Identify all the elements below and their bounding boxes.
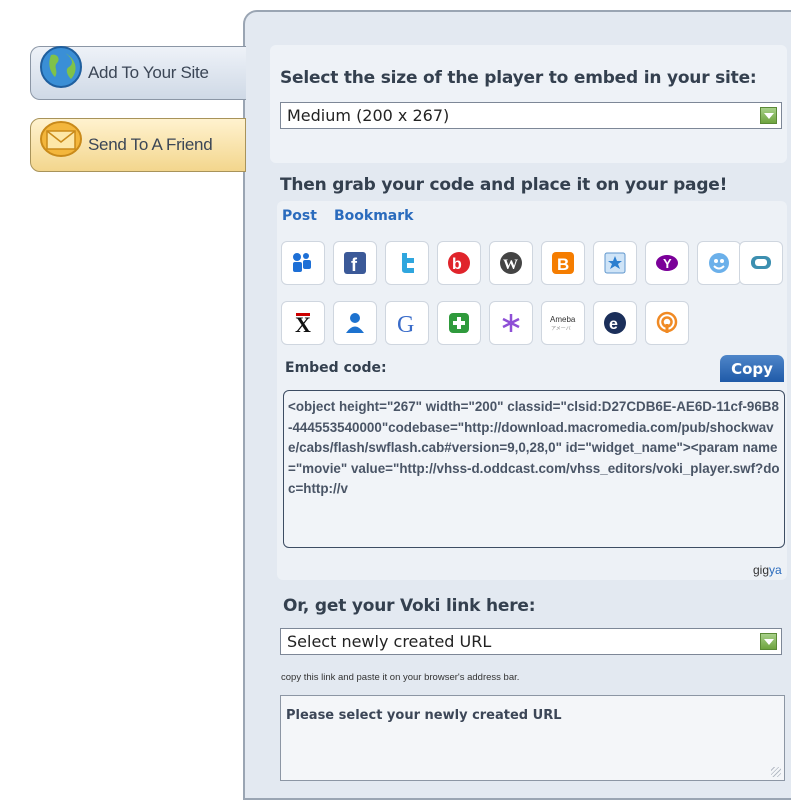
embed-code-textarea[interactable]: <object height="267" width="200" classid… (283, 390, 785, 548)
url-select-value: Select newly created URL (287, 632, 492, 651)
envelope-icon (37, 115, 85, 164)
google-icon[interactable]: G (385, 301, 429, 345)
gigya-ya: ya (769, 563, 782, 577)
gigya-logo[interactable]: gigya (753, 563, 782, 577)
svg-text:G: G (397, 312, 414, 336)
comment-icon[interactable] (739, 241, 783, 285)
facebook-icon[interactable]: f (333, 241, 377, 285)
svg-text:アメーバ: アメーバ (551, 326, 571, 332)
svg-text:B: B (557, 255, 569, 274)
tab-send-label: Send To A Friend (88, 135, 213, 154)
tab-bookmark[interactable]: Bookmark (334, 208, 413, 224)
url-select[interactable]: Select newly created URL (280, 628, 782, 655)
chevron-down-icon[interactable] (760, 633, 777, 650)
url-hint: copy this link and paste it on your brow… (281, 672, 520, 683)
twitter-icon[interactable] (385, 241, 429, 285)
size-select-value: Medium (200 x 267) (287, 106, 450, 125)
svg-text:f: f (351, 255, 358, 275)
chevron-down-icon[interactable] (760, 107, 777, 124)
asterisk-icon[interactable] (489, 301, 533, 345)
plus-icon[interactable] (437, 301, 481, 345)
wordpress-icon[interactable]: W (489, 241, 533, 285)
code-heading: Then grab your code and place it on your… (280, 175, 728, 195)
svg-text:e: e (609, 316, 618, 333)
myspace-icon[interactable] (281, 241, 325, 285)
gigya-gig: gig (753, 563, 770, 577)
size-select[interactable]: Medium (200 x 267) (280, 102, 782, 129)
embed-code-label: Embed code: (285, 360, 387, 376)
e-icon[interactable]: e (593, 301, 637, 345)
copy-button[interactable]: Copy (720, 355, 784, 382)
live-spaces-icon[interactable] (697, 241, 741, 285)
xanga-icon[interactable]: X (281, 301, 325, 345)
tab-add-to-site[interactable]: Add To Your Site (30, 46, 246, 100)
link-heading: Or, get your Voki link here: (283, 596, 536, 616)
tab-send-to-friend[interactable]: Send To A Friend (30, 118, 246, 172)
profile-icon[interactable] (333, 301, 377, 345)
url-placeholder: Please select your newly created URL (286, 708, 562, 723)
rss-icon[interactable] (645, 301, 689, 345)
bebo-icon[interactable]: b (437, 241, 481, 285)
resize-handle-icon[interactable] (771, 767, 781, 777)
url-textarea[interactable]: Please select your newly created URL (280, 695, 785, 781)
yahoo-icon[interactable]: Y (645, 241, 689, 285)
blogger-icon[interactable]: B (541, 241, 585, 285)
favorites-icon[interactable] (593, 241, 637, 285)
svg-text:Ameba: Ameba (550, 315, 576, 324)
svg-text:b: b (452, 256, 462, 273)
globe-icon (37, 43, 85, 96)
tab-post[interactable]: Post (282, 208, 317, 224)
tab-add-label: Add To Your Site (88, 63, 209, 82)
svg-text:Y: Y (663, 256, 672, 271)
size-heading: Select the size of the player to embed i… (280, 68, 757, 88)
svg-text:W: W (503, 257, 518, 273)
ameba-icon[interactable]: Ameba アメーバ (541, 301, 585, 345)
